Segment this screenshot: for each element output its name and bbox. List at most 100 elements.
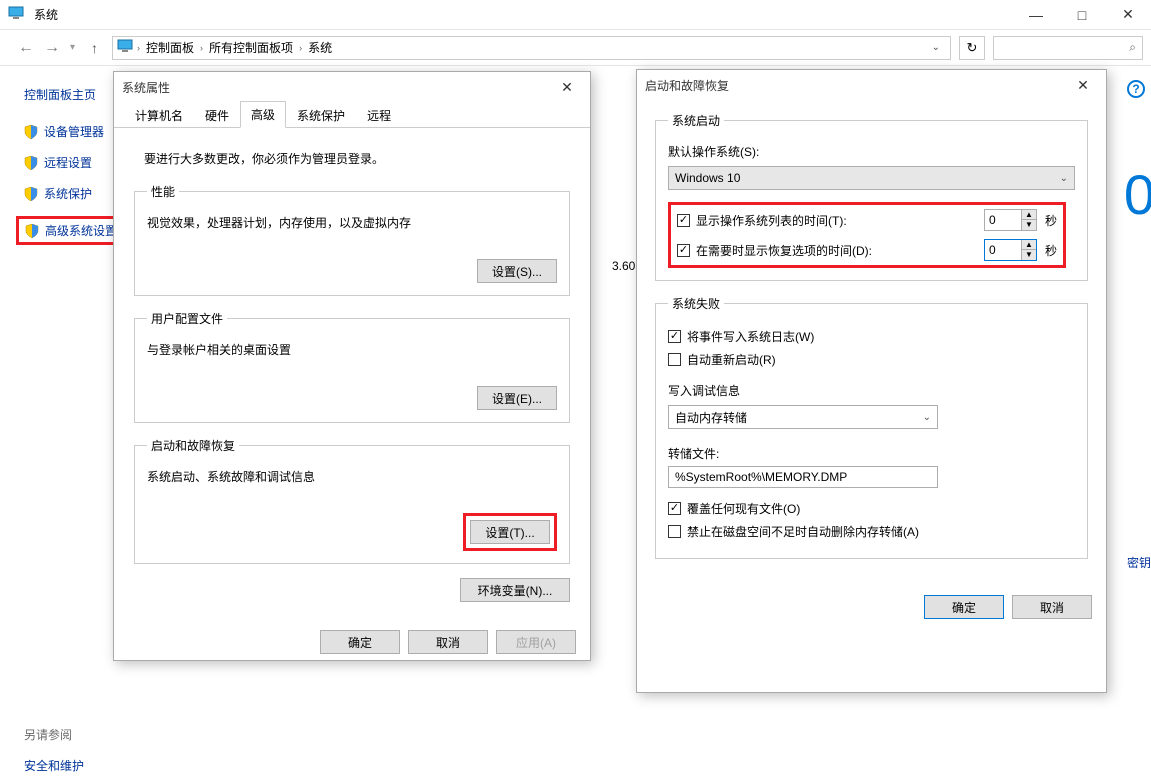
dump-type-select[interactable]: 自动内存转储 ⌄ [668, 405, 938, 429]
user-profiles-group-title: 用户配置文件 [147, 310, 227, 327]
chevron-down-icon: ⌄ [923, 412, 931, 423]
user-profiles-group: 用户配置文件 与登录帐户相关的桌面设置 设置(E)... [134, 310, 570, 423]
no-delete-low-space-checkbox[interactable] [668, 525, 681, 538]
nav-up[interactable]: ↑ [85, 40, 104, 56]
spinner-up[interactable]: ▲ [1022, 210, 1036, 220]
apply-button[interactable]: 应用(A) [496, 630, 576, 654]
app-icon [8, 6, 24, 23]
window-title-bar: 系统 — □ ✕ [0, 0, 1151, 30]
nav-bar: ← → ▾ ↑ › 控制面板 › 所有控制面板项 › 系统 ⌄ ↻ ⌕ [0, 30, 1151, 66]
spinner-down[interactable]: ▼ [1022, 220, 1036, 230]
window-title: 系统 [30, 6, 1013, 23]
system-properties-dialog: 系统属性 ✕ 计算机名 硬件 高级 系统保护 远程 要进行大多数更改，你必须作为… [113, 71, 591, 661]
environment-variables-button[interactable]: 环境变量(N)... [460, 578, 570, 602]
dialog-title: 系统属性 [122, 79, 170, 96]
auto-restart-label: 自动重新启动(R) [687, 351, 776, 368]
seconds-label: 秒 [1045, 212, 1057, 229]
startup-recovery-dialog: 启动和故障恢复 ✕ 系统启动 默认操作系统(S): Windows 10 ⌄ 显… [636, 69, 1107, 693]
product-key-link-fragment[interactable]: 密钥 [1127, 554, 1151, 571]
breadcrumb-sep: › [196, 43, 207, 53]
see-also-section: 另请参阅 安全和维护 [24, 726, 84, 774]
sidebar-item-label: 高级系统设置 [45, 222, 117, 239]
nav-back[interactable]: ← [18, 39, 34, 57]
cancel-button[interactable]: 取消 [1012, 595, 1092, 619]
show-recovery-checkbox[interactable] [677, 244, 690, 257]
tabs: 计算机名 硬件 高级 系统保护 远程 [114, 102, 590, 128]
auto-restart-checkbox[interactable] [668, 353, 681, 366]
chevron-down-icon: ⌄ [1060, 173, 1068, 184]
shield-icon [24, 156, 38, 170]
maximize-button[interactable]: □ [1059, 0, 1105, 30]
dump-type-value: 自动内存转储 [675, 409, 747, 426]
show-os-list-checkbox[interactable] [677, 214, 690, 227]
spinner-down[interactable]: ▼ [1022, 250, 1036, 260]
tab-system-protection[interactable]: 系统保护 [286, 102, 356, 128]
debug-info-label: 写入调试信息 [668, 382, 1075, 399]
seconds-label: 秒 [1045, 242, 1057, 259]
sidebar-item-advanced-highlight: 高级系统设置 [16, 216, 126, 245]
write-event-log-label: 将事件写入系统日志(W) [687, 328, 814, 345]
dialog-footer: 确定 取消 [637, 583, 1106, 633]
search-input[interactable]: ⌕ [993, 36, 1143, 60]
ok-button[interactable]: 确定 [320, 630, 400, 654]
show-os-list-label: 显示操作系统列表的时间(T): [696, 212, 847, 229]
breadcrumb-icon [117, 39, 133, 56]
startup-recovery-settings-button[interactable]: 设置(T)... [470, 520, 550, 544]
cancel-button[interactable]: 取消 [408, 630, 488, 654]
breadcrumb-dropdown[interactable]: ⌄ [926, 42, 946, 53]
system-startup-title: 系统启动 [668, 112, 724, 129]
user-profiles-settings-button[interactable]: 设置(E)... [477, 386, 557, 410]
nav-forward[interactable]: → [44, 39, 60, 57]
admin-required-text: 要进行大多数更改，你必须作为管理员登录。 [144, 150, 560, 167]
startup-settings-highlight: 设置(T)... [463, 513, 557, 551]
dump-file-value: %SystemRoot%\MEMORY.DMP [675, 470, 847, 484]
breadcrumb[interactable]: › 控制面板 › 所有控制面板项 › 系统 ⌄ [112, 36, 951, 60]
performance-settings-button[interactable]: 设置(S)... [477, 259, 557, 283]
breadcrumb-crumb-2[interactable]: 所有控制面板项 [207, 39, 295, 56]
spinner-up[interactable]: ▲ [1022, 240, 1036, 250]
sidebar-item-advanced-system-settings[interactable]: 高级系统设置 [25, 222, 117, 239]
close-button[interactable]: ✕ [1105, 0, 1151, 30]
ok-button[interactable]: 确定 [924, 595, 1004, 619]
show-list-time-spinner[interactable]: ▲ ▼ [984, 209, 1037, 231]
dialog-title: 启动和故障恢复 [645, 77, 729, 94]
overwrite-checkbox[interactable] [668, 502, 681, 515]
dump-file-input[interactable]: %SystemRoot%\MEMORY.DMP [668, 466, 938, 488]
startup-recovery-group-title: 启动和故障恢复 [147, 437, 239, 454]
tab-advanced[interactable]: 高级 [240, 101, 286, 128]
sidebar-item-label: 远程设置 [44, 154, 92, 171]
refresh-button[interactable]: ↻ [959, 36, 985, 60]
dialog-title-bar: 系统属性 ✕ [114, 72, 590, 102]
show-recovery-time-spinner[interactable]: ▲ ▼ [984, 239, 1037, 261]
system-failure-group: 系统失败 将事件写入系统日志(W) 自动重新启动(R) 写入调试信息 自动内存转… [655, 295, 1088, 559]
startup-recovery-group-desc: 系统启动、系统故障和调试信息 [147, 468, 557, 485]
performance-group-desc: 视觉效果，处理器计划，内存使用，以及虚拟内存 [147, 214, 557, 231]
default-os-value: Windows 10 [675, 171, 740, 185]
overwrite-label: 覆盖任何现有文件(O) [687, 500, 800, 517]
system-startup-group: 系统启动 默认操作系统(S): Windows 10 ⌄ 显示操作系统列表的时间… [655, 112, 1088, 281]
default-os-label: 默认操作系统(S): [668, 143, 1075, 160]
write-event-log-checkbox[interactable] [668, 330, 681, 343]
show-recovery-label: 在需要时显示恢复选项的时间(D): [696, 242, 872, 259]
minimize-button[interactable]: — [1013, 0, 1059, 30]
show-list-time-input[interactable] [985, 210, 1021, 230]
default-os-select[interactable]: Windows 10 ⌄ [668, 166, 1075, 190]
shield-icon [24, 125, 38, 139]
breadcrumb-crumb-1[interactable]: 控制面板 [144, 39, 196, 56]
nav-history-dropdown[interactable]: ▾ [70, 42, 75, 53]
breadcrumb-crumb-3[interactable]: 系统 [306, 39, 334, 56]
show-recovery-time-input[interactable] [985, 240, 1021, 260]
see-also-link-security[interactable]: 安全和维护 [24, 757, 84, 774]
tab-remote[interactable]: 远程 [356, 102, 402, 128]
system-failure-title: 系统失败 [668, 295, 724, 312]
dialog-close-button[interactable]: ✕ [552, 79, 582, 96]
see-also-title: 另请参阅 [24, 726, 84, 743]
tab-computer-name[interactable]: 计算机名 [124, 102, 194, 128]
help-icon[interactable]: ? [1127, 80, 1145, 98]
breadcrumb-sep: › [295, 43, 306, 53]
dialog-close-button[interactable]: ✕ [1068, 77, 1098, 94]
shield-icon [24, 187, 38, 201]
performance-group-title: 性能 [147, 183, 179, 200]
tab-hardware[interactable]: 硬件 [194, 102, 240, 128]
dialog-footer: 确定 取消 应用(A) [114, 618, 590, 668]
